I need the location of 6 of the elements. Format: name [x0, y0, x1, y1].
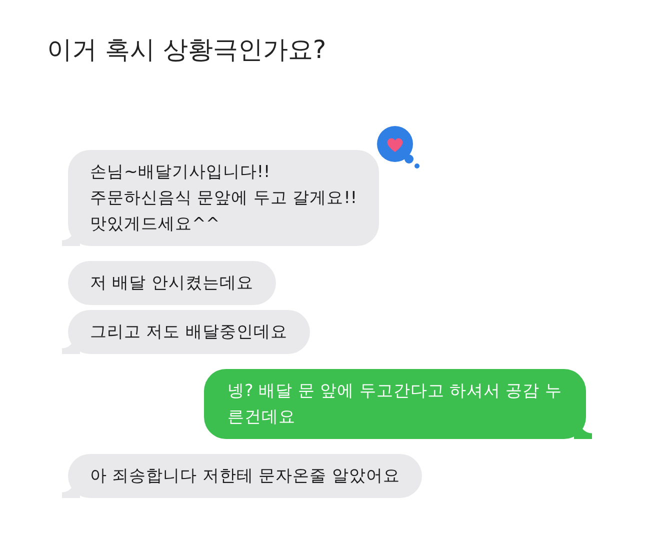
received-message-bubble: 저 배달 안시켰는데요	[68, 261, 276, 305]
page-title: 이거 혹시 상황극인가요?	[47, 34, 328, 66]
received-message-bubble: 아 죄송합니다 저한테 문자온줄 알았어요	[68, 454, 422, 498]
received-message-bubble: 그리고 저도 배달중인데요	[68, 310, 310, 354]
sent-message-bubble: 넹? 배달 문 앞에 두고간다고 하셔서 공감 누 른건데요	[204, 369, 586, 439]
received-message-bubble: 손님~배달기사입니다!! 주문하신음식 문앞에 두고 갈게요!! 맛있게드세요^^	[68, 150, 379, 246]
